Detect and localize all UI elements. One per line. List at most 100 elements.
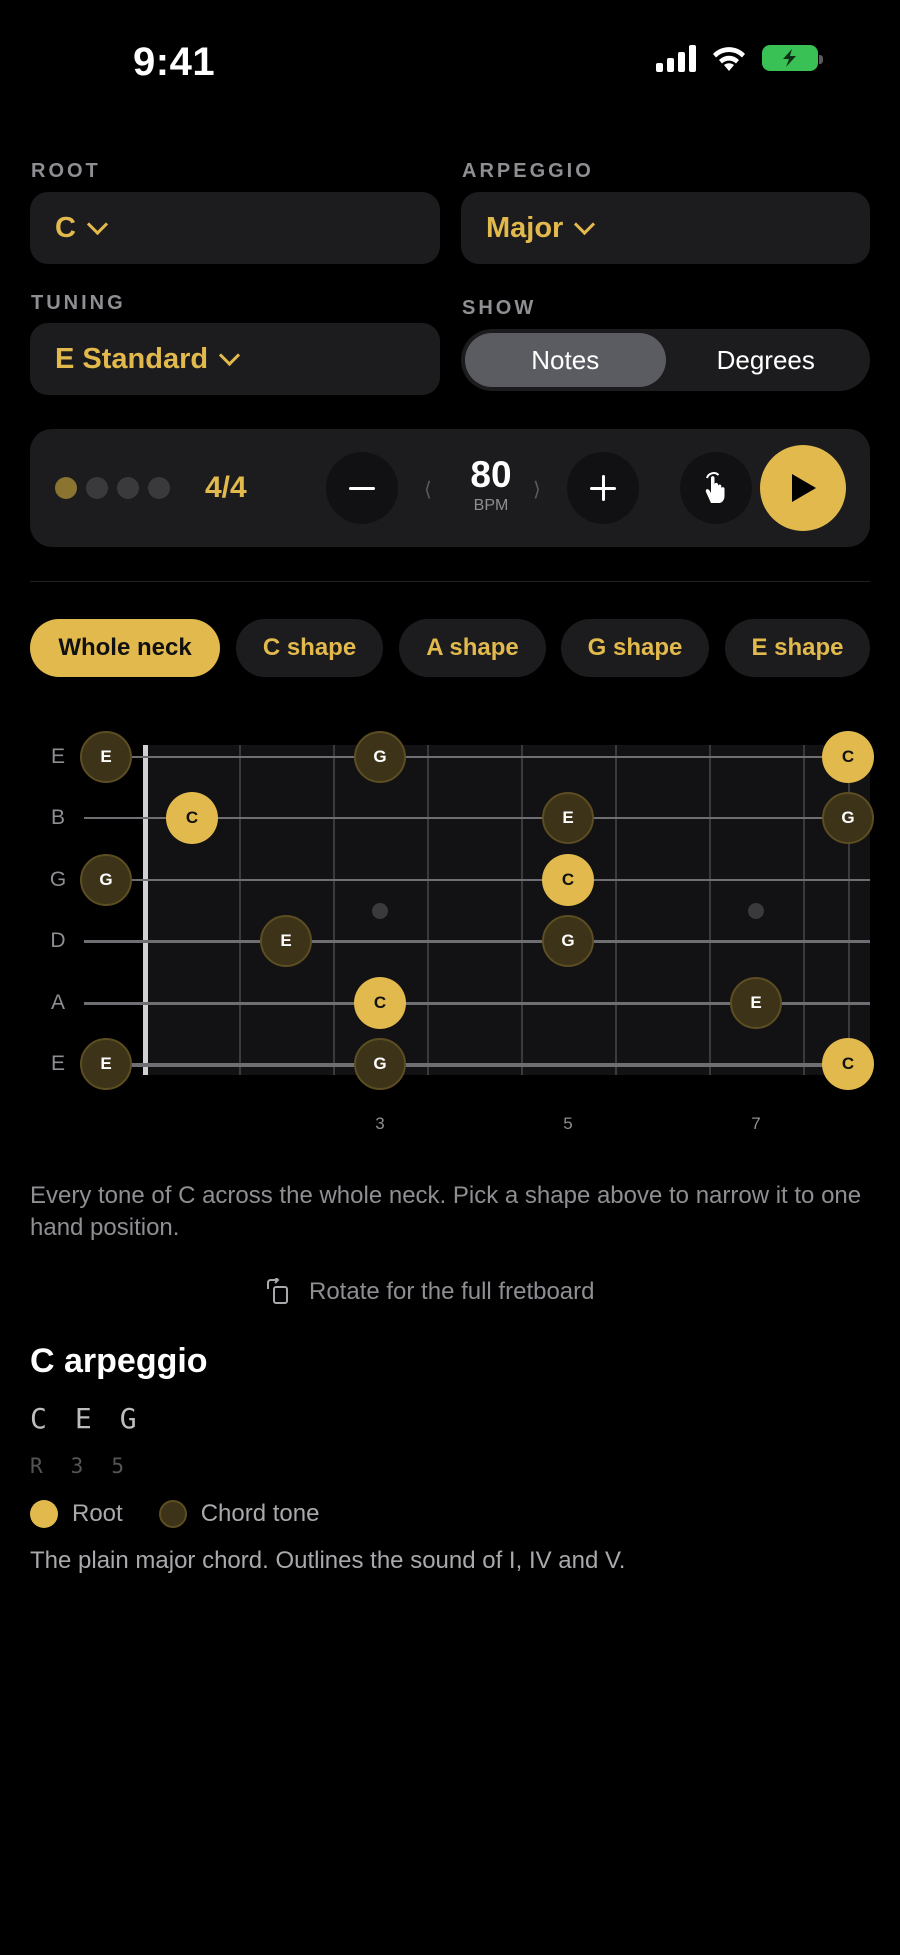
string-label: E: [50, 1052, 65, 1075]
chevron-down-icon: [86, 213, 109, 235]
show-label: SHOW: [462, 297, 537, 319]
string-label: A: [50, 990, 65, 1014]
chord-tone-marker[interactable]: E: [542, 792, 594, 845]
divider: [30, 581, 870, 582]
root-note-marker[interactable]: C: [822, 1038, 874, 1090]
tap-tempo-button[interactable]: [680, 452, 752, 524]
legend: Root Chord tone: [30, 1500, 319, 1528]
status-time: 9:41: [133, 40, 216, 84]
chord-tone-marker[interactable]: E: [260, 915, 312, 968]
guitar-string: [84, 940, 870, 943]
nut: [143, 745, 148, 1075]
beat-indicator-3: [117, 477, 139, 499]
fret-inlay-dot: [748, 903, 764, 919]
bpm-unit: BPM: [473, 497, 509, 514]
fret-wire: [803, 745, 805, 1075]
guitar-string: [84, 756, 870, 758]
legend-chord-tone-label: Chord tone: [200, 1500, 320, 1527]
root-label: ROOT: [31, 160, 101, 182]
arpeggio-note: G: [119, 1402, 137, 1435]
rotate-hint-text: Rotate for the full fretboard: [309, 1278, 595, 1305]
play-icon: [792, 474, 816, 502]
arpeggio-value: Major: [486, 211, 564, 244]
fret-wire: [521, 745, 523, 1075]
chevron-down-icon: [574, 213, 596, 235]
shape-chip-g-shape[interactable]: G shape: [561, 619, 709, 677]
minus-icon: [349, 486, 375, 490]
fret-wire: [239, 745, 241, 1075]
chord-tone-marker[interactable]: G: [80, 853, 132, 906]
chord-tone-marker[interactable]: G: [354, 731, 406, 783]
root-value: C: [55, 211, 76, 244]
show-notes-segment[interactable]: Notes: [465, 333, 666, 387]
beat-indicator-1: [55, 477, 77, 499]
fret-number: 3: [375, 1114, 385, 1133]
root-note-marker[interactable]: C: [822, 731, 874, 783]
cellular-signal-icon: [656, 44, 696, 72]
string-label: D: [50, 929, 66, 953]
beat-indicator-2: [86, 477, 108, 499]
hand-tap-icon: [705, 472, 725, 503]
string-label: E: [50, 745, 65, 768]
bpm-value: 80: [470, 454, 512, 495]
metronome-bar: 4/4 ⟨ 80 BPM ⟩: [30, 429, 870, 547]
fretboard[interactable]: EBGDAE357EGCCEGGCEGCEEGC: [0, 0, 900, 1140]
chevron-down-icon: [218, 344, 241, 366]
increase-bpm-button[interactable]: [567, 452, 639, 524]
tuning-picker[interactable]: E Standard: [30, 323, 440, 395]
show-segmented-control: Notes Degrees: [461, 329, 870, 391]
shape-chip-c-shape[interactable]: C shape: [236, 619, 383, 677]
fret-inlay-dot: [372, 903, 388, 919]
arpeggio-degrees: R 3 5: [30, 1454, 124, 1478]
tuning-label: TUNING: [31, 292, 126, 314]
bpm-display[interactable]: 80 BPM: [450, 454, 532, 516]
beat-indicator-4: [148, 477, 170, 499]
rotate-hint: Rotate for the full fretboard: [265, 1278, 595, 1306]
arpeggio-summary: The plain major chord. Outlines the soun…: [30, 1547, 626, 1574]
legend-chord-tone-swatch: [158, 1500, 187, 1528]
arpeggio-note: E: [74, 1402, 92, 1435]
arpeggio-notes: C E G: [30, 1402, 137, 1435]
chord-tone-marker[interactable]: E: [730, 976, 782, 1029]
root-picker[interactable]: C: [30, 192, 440, 264]
fret-wire: [615, 745, 617, 1075]
chevron-left-icon: ⟨: [424, 479, 432, 501]
tuning-value: E Standard: [55, 342, 209, 375]
rotate-device-icon: [267, 1278, 288, 1304]
play-button[interactable]: [760, 445, 846, 531]
chord-tone-marker[interactable]: G: [822, 792, 874, 845]
root-note-marker[interactable]: C: [166, 792, 218, 845]
plus-icon: [590, 475, 616, 501]
fret-number: 7: [751, 1114, 761, 1133]
root-note-marker[interactable]: C: [542, 853, 594, 906]
fret-number: 5: [563, 1114, 573, 1133]
decrease-bpm-button[interactable]: [326, 452, 398, 524]
chord-tone-marker[interactable]: G: [354, 1038, 406, 1090]
chevron-right-icon: ⟩: [533, 479, 541, 501]
battery-charging-icon: [762, 45, 823, 71]
string-label: B: [50, 806, 65, 830]
shape-chip-e-shape[interactable]: E shape: [725, 619, 870, 677]
fret-wire: [709, 745, 711, 1075]
arpeggio-label: ARPEGGIO: [462, 160, 594, 182]
wifi-icon: [713, 47, 745, 71]
arpeggio-degree: 3: [70, 1454, 84, 1478]
time-signature[interactable]: 4/4: [205, 471, 247, 505]
arpeggio-picker[interactable]: Major: [461, 192, 870, 264]
arpeggio-title: C arpeggio: [30, 1342, 208, 1380]
chord-tone-marker[interactable]: E: [80, 1038, 132, 1090]
arpeggio-note: C: [30, 1402, 47, 1435]
shape-chip-a-shape[interactable]: A shape: [399, 619, 546, 677]
guitar-string: [84, 878, 870, 882]
show-degrees-segment[interactable]: Degrees: [666, 333, 867, 387]
shape-chip-whole-neck[interactable]: Whole neck: [30, 619, 220, 677]
fret-wire: [333, 745, 335, 1075]
string-label: G: [49, 867, 67, 891]
guitar-string: [84, 1063, 870, 1067]
root-note-marker[interactable]: C: [354, 976, 406, 1029]
chord-tone-marker[interactable]: E: [80, 731, 132, 783]
chord-tone-marker[interactable]: G: [542, 915, 594, 968]
legend-root-swatch: [30, 1500, 58, 1528]
neck-description: Every tone of C across the whole neck. P…: [30, 1182, 862, 1241]
legend-root-label: Root: [72, 1500, 123, 1527]
